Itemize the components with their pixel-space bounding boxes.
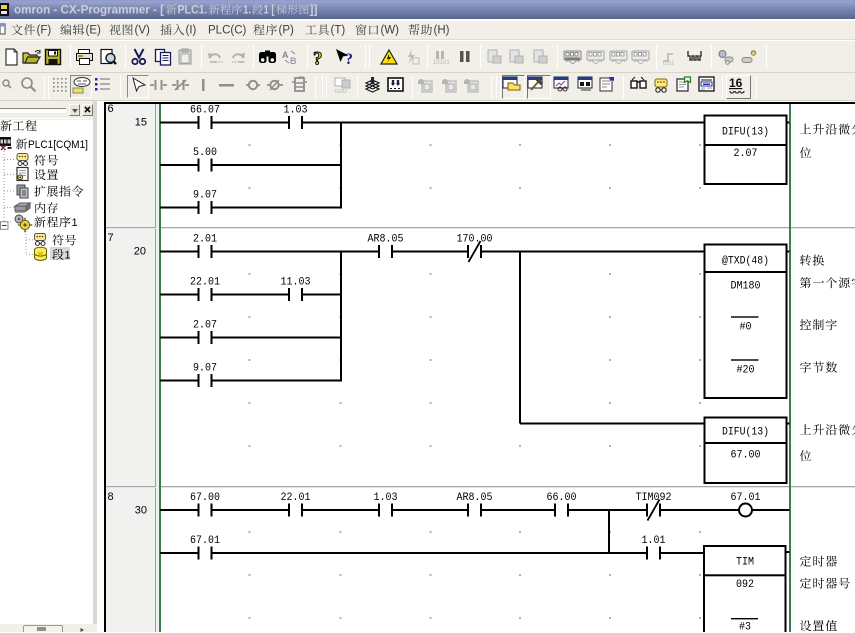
svg-text:092: 092 [736,579,754,591]
svg-text:1.03: 1.03 [284,105,308,117]
svg-text:PLC1.: PLC1. [178,3,208,17]
svg-text:(V): (V) [135,25,151,37]
svg-text:B: B [290,56,297,66]
svg-text:11.03: 11.03 [281,277,311,289]
svg-text:1 [: 1 [ [264,3,275,17]
svg-text:#0: #0 [740,322,752,334]
svg-text:DIFU(13): DIFU(13) [722,427,769,439]
svg-text:AR8.05: AR8.05 [457,492,493,504]
svg-text:(W): (W) [381,25,400,37]
svg-text:]]: ]] [310,3,318,17]
svg-text:#3: #3 [739,622,751,633]
svg-text:PLC1[CQM1]: PLC1[CQM1] [28,139,88,151]
svg-text:@TXD(48): @TXD(48) [722,256,769,268]
svg-text:1.03: 1.03 [374,492,398,504]
svg-text:20: 20 [134,246,146,258]
svg-text:(P): (P) [279,25,295,37]
svg-text:6: 6 [108,103,114,115]
svg-text:0101: 0101 [663,61,674,67]
svg-text:(H): (H) [434,25,450,37]
svg-text:67.00: 67.00 [190,492,220,504]
svg-text:AR8.05: AR8.05 [368,234,404,246]
svg-text:67.01: 67.01 [190,535,220,547]
svg-text:170.00: 170.00 [457,234,493,246]
svg-text:?: ? [345,51,353,68]
svg-text:?: ? [313,49,323,70]
svg-text:66.07: 66.07 [190,105,220,117]
svg-text:8: 8 [108,491,114,503]
svg-text:7: 7 [108,232,114,244]
svg-text:(T): (T) [331,25,346,37]
svg-text:22.01: 22.01 [190,277,220,289]
svg-text:5.00: 5.00 [193,147,217,159]
svg-text:(E): (E) [86,25,102,37]
svg-text:15: 15 [135,117,147,129]
svg-text:1: 1 [72,217,78,229]
svg-text:0202: 0202 [335,89,347,95]
svg-text:9.07: 9.07 [193,363,217,375]
svg-text:DIFU(13): DIFU(13) [722,127,769,139]
svg-text:#20: #20 [737,365,755,377]
svg-text:10101: 10101 [433,60,450,66]
svg-text:(I): (I) [186,25,197,37]
svg-text:67.01: 67.01 [731,492,761,504]
svg-text:67.00: 67.00 [731,450,761,462]
svg-text:(F): (F) [37,25,52,37]
svg-text:TIM092: TIM092 [636,492,672,504]
svg-text:DM180: DM180 [731,281,761,293]
svg-text:omron - CX-Programmer - [: omron - CX-Programmer - [ [14,3,164,17]
svg-text:A: A [282,50,289,60]
svg-text:TIM: TIM [736,557,754,569]
svg-text:2.07: 2.07 [193,320,217,332]
svg-text:1: 1 [65,250,71,262]
svg-text:22.01: 22.01 [281,492,311,504]
svg-text:66.00: 66.00 [547,492,577,504]
svg-text:2.01: 2.01 [193,234,217,246]
svg-text:1.01: 1.01 [642,535,666,547]
svg-text:16: 16 [729,76,743,90]
svg-text:2.07: 2.07 [734,148,758,160]
svg-text:PLC(C): PLC(C) [208,25,247,37]
svg-text:9.07: 9.07 [193,190,217,202]
svg-text:1.: 1. [243,3,251,17]
svg-text:30: 30 [135,505,147,517]
